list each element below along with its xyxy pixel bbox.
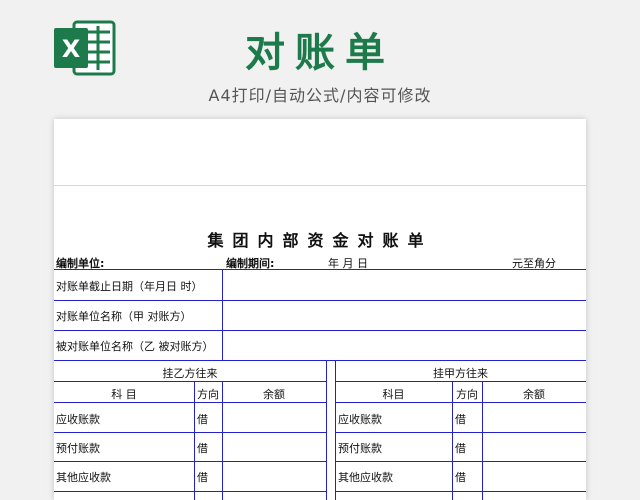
- left-row-subject: 应收账款: [56, 413, 100, 426]
- page-break-divider: [54, 185, 586, 186]
- right-row-direction: 借: [455, 442, 466, 455]
- page-subtitle: A4打印/自动公式/内容可修改: [208, 86, 432, 105]
- grid-line: [335, 491, 586, 492]
- grid-line: [54, 402, 326, 403]
- info-row-party-a: 对账单位名称（甲 对账方）: [56, 310, 192, 323]
- left-row-subject: 预付账款: [56, 442, 100, 455]
- right-row-subject: 应收账款: [338, 413, 382, 426]
- grid-line: [54, 461, 326, 462]
- right-row-direction: 借: [455, 413, 466, 426]
- grid-line: [54, 330, 586, 331]
- grid-line: [326, 360, 327, 500]
- left-header-subject: 科 目: [111, 388, 137, 401]
- info-row-cutoff-date: 对账单截止日期（年月日 时）: [56, 280, 203, 293]
- grid-line: [335, 432, 586, 433]
- left-row-direction: 借: [197, 471, 208, 484]
- document-title: 集团内部资金对账单: [207, 231, 433, 250]
- left-row-direction: 借: [197, 413, 208, 426]
- grid-line: [54, 432, 326, 433]
- left-header-amount: 余额: [263, 388, 285, 401]
- grid-line: [222, 269, 223, 360]
- grid-line: [54, 491, 326, 492]
- grid-line: [335, 402, 586, 403]
- grid-line: [335, 461, 586, 462]
- grid-line: [54, 381, 326, 382]
- spreadsheet-preview: 集团内部资金对账单 编制单位: 编制期间: 年 月 日 元至角分 对账单截止日期…: [54, 119, 586, 500]
- grid-line: [54, 360, 586, 361]
- info-row-party-b: 被对账单位名称（乙 被对账方）: [56, 340, 214, 353]
- grid-line: [335, 360, 336, 500]
- right-header-amount: 余额: [523, 388, 545, 401]
- page-title: 对账单: [245, 30, 395, 76]
- left-section-title: 挂乙方往来: [162, 367, 218, 380]
- right-header-direction: 方向: [456, 388, 478, 401]
- left-row-subject: 其他应收款: [56, 471, 111, 484]
- right-row-direction: 借: [455, 471, 466, 484]
- grid-line: [54, 269, 586, 270]
- grid-line: [54, 300, 586, 301]
- left-row-direction: 借: [197, 442, 208, 455]
- right-row-subject: 其他应收款: [338, 471, 393, 484]
- left-header-direction: 方向: [197, 388, 219, 401]
- right-row-subject: 预付账款: [338, 442, 382, 455]
- grid-line: [335, 381, 586, 382]
- right-header-subject: 科目: [382, 388, 405, 401]
- right-section-title: 挂甲方往来: [433, 367, 488, 380]
